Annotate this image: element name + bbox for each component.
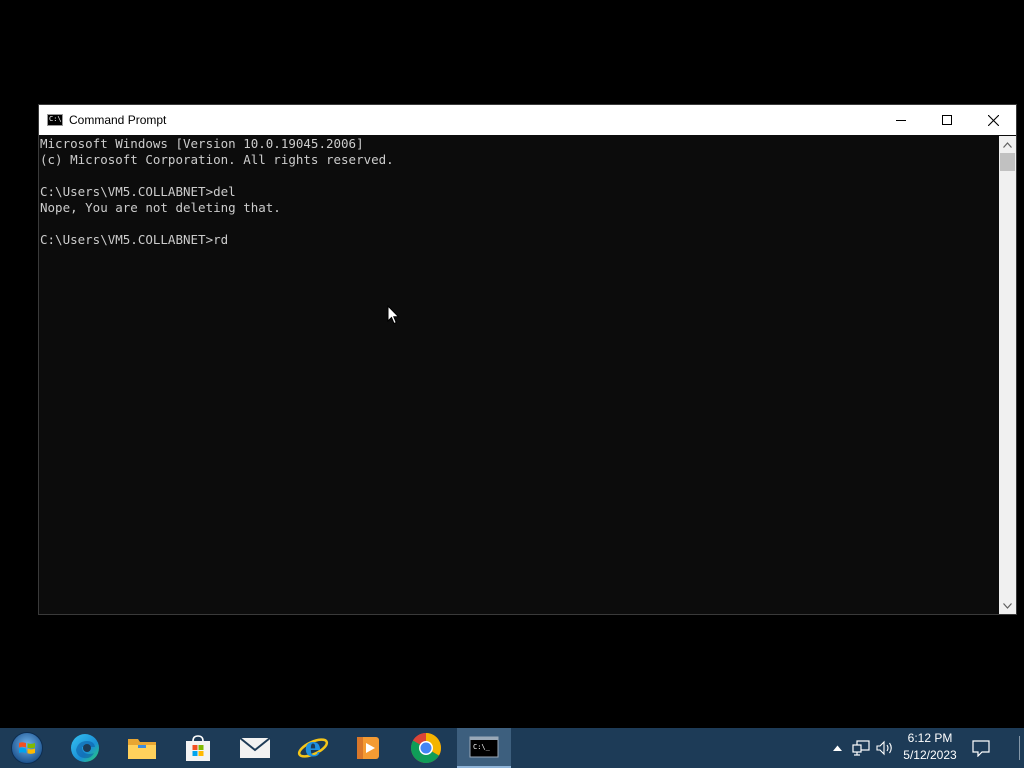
taskbar-file-explorer[interactable] [115,728,169,768]
network-button[interactable] [849,728,873,768]
svg-text:C:\_: C:\_ [473,743,491,751]
console-line: Nope, You are not deleting that. [40,200,281,215]
clock-time: 6:12 PM [907,731,953,745]
start-button[interactable] [0,728,54,768]
taskbar-mail[interactable] [228,728,282,768]
edge-icon [71,734,99,762]
volume-icon [876,740,892,756]
scroll-down-button[interactable] [999,597,1016,614]
title-bar[interactable]: C:\ Command Prompt [39,105,1016,135]
taskbar-internet-explorer[interactable]: e [286,728,340,768]
console-line: Microsoft Windows [Version 10.0.19045.20… [40,136,364,151]
windows-logo-icon [11,732,43,764]
taskbar-command-prompt[interactable]: C:\_ [457,728,511,768]
mail-icon [239,737,271,758]
ie-icon: e [297,733,329,763]
show-desktop-button[interactable] [1014,728,1024,768]
scrollbar-thumb[interactable] [1000,153,1015,171]
chevron-up-icon [1003,141,1012,148]
notification-icon [972,739,990,757]
folder-icon [128,739,156,759]
taskbar-chrome[interactable] [399,728,453,768]
window-title: Command Prompt [69,113,167,127]
mouse-pointer-icon [387,305,400,325]
clock-date: 5/12/2023 [903,748,957,762]
command-prompt-window[interactable]: C:\ Command Prompt Microsoft Windows [Ve… [38,104,1017,615]
action-center-button[interactable] [966,728,996,768]
cmd-icon: C:\_ [469,736,499,758]
media-player-icon [357,737,379,759]
close-icon [987,114,999,126]
store-bag-icon [186,735,210,761]
minimize-button[interactable] [878,105,924,135]
volume-button[interactable] [874,728,896,768]
svg-text:e: e [305,733,322,763]
console-input-line[interactable]: C:\Users\VM5.COLLABNET>rd [40,232,1000,248]
show-hidden-icons-button[interactable] [830,728,844,768]
console-line: (c) Microsoft Corporation. All rights re… [40,152,394,167]
network-icon [852,740,870,756]
console-line: C:\Users\VM5.COLLABNET>del [40,184,236,199]
cmd-app-icon: C:\ [47,114,63,126]
close-button[interactable] [970,105,1016,135]
chevron-down-icon [1003,602,1012,609]
vertical-scrollbar[interactable] [999,136,1016,614]
chevron-up-icon [832,745,842,751]
console-output[interactable]: Microsoft Windows [Version 10.0.19045.20… [39,136,1000,614]
minimize-icon [896,120,906,121]
taskbar-clock[interactable]: 6:12 PM 5/12/2023 [898,730,962,764]
window-controls [878,105,1016,135]
maximize-icon [942,115,952,125]
taskbar-edge[interactable] [58,728,112,768]
chrome-icon [410,733,442,764]
show-desktop-divider [1018,736,1020,760]
taskbar-microsoft-store[interactable] [171,728,225,768]
maximize-button[interactable] [924,105,970,135]
scroll-up-button[interactable] [999,136,1016,153]
taskbar-media-player[interactable] [341,728,395,768]
taskbar: e C:\_ 6:12 PM 5/12/2023 [0,728,1024,768]
